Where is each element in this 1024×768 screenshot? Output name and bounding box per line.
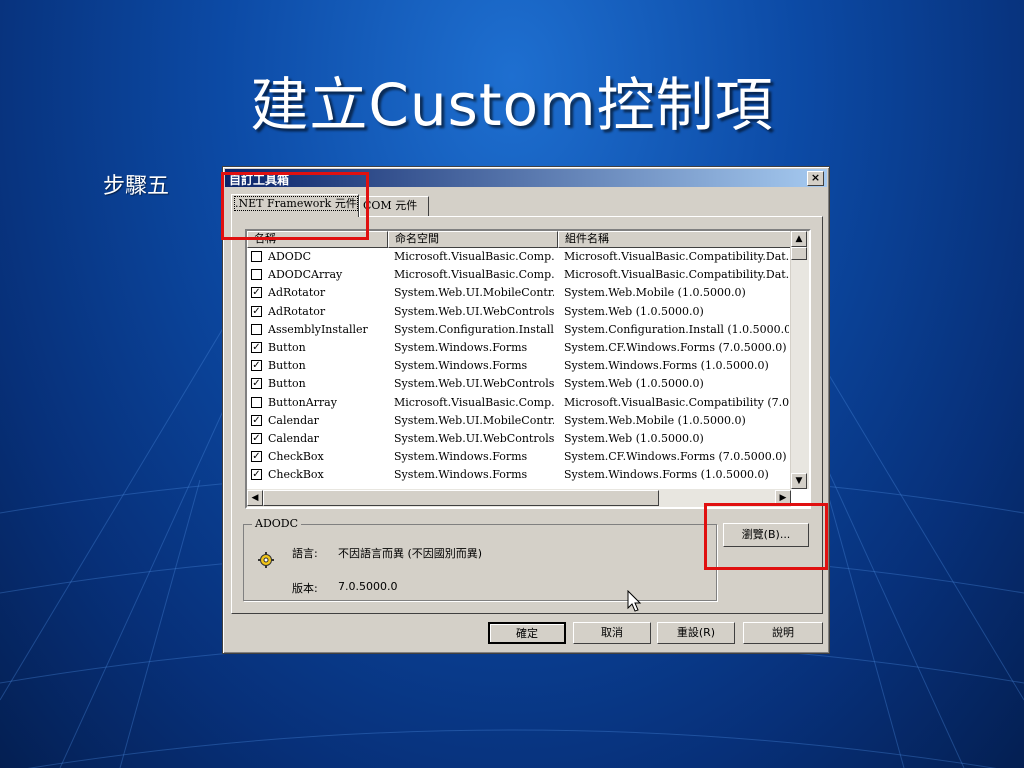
cell-name: Button bbox=[268, 359, 306, 373]
cell-asm: System.CF.Windows.Forms (7.0.5000.0) bbox=[564, 340, 787, 354]
cell-ns: System.Windows.Forms bbox=[394, 359, 528, 373]
component-info-group: ADODC 語言: 不因語言而異 (不因國別而異) 版本: 7.0.5000.0 bbox=[243, 517, 717, 601]
list-item[interactable]: ✓ Button System.Windows.Forms System.Window… bbox=[247, 357, 791, 375]
reset-button[interactable]: 重設(R) bbox=[657, 622, 735, 644]
gear-icon bbox=[258, 552, 274, 568]
list-rows: ADODC Microsoft.VisualBasic.Comp... Micros… bbox=[247, 248, 791, 484]
version-label: 版本: bbox=[292, 582, 318, 595]
scroll-thumb[interactable] bbox=[791, 247, 807, 260]
cell-asm: System.Web.Mobile (1.0.5000.0) bbox=[564, 286, 746, 300]
scroll-up-icon[interactable]: ▲ bbox=[791, 231, 807, 247]
vertical-scrollbar[interactable]: ▲ ▼ bbox=[790, 231, 809, 489]
cell-asm: Microsoft.VisualBasic.Compatibility (7.0… bbox=[564, 395, 789, 409]
cell-asm: System.Web (1.0.5000.0) bbox=[564, 304, 704, 318]
column-header-assembly[interactable]: 組件名稱 bbox=[558, 231, 791, 248]
scroll-left-icon[interactable]: ◀ bbox=[247, 490, 263, 506]
cell-name: CheckBox bbox=[268, 450, 324, 464]
cell-ns: System.Windows.Forms bbox=[394, 450, 528, 464]
language-value: 不因語言而異 (不因國別而異) bbox=[338, 547, 483, 560]
list-item[interactable]: ButtonArray Microsoft.VisualBasic.Comp...… bbox=[247, 394, 791, 412]
list-item[interactable]: ✓ Calendar System.Web.UI.MobileContr... Sys… bbox=[247, 412, 791, 430]
cell-asm: System.Web (1.0.5000.0) bbox=[564, 431, 704, 445]
item-checkbox[interactable]: ✓ bbox=[251, 287, 262, 299]
language-label: 語言: bbox=[292, 547, 318, 560]
tab-dotnet-framework[interactable]: .NET Framework 元件 bbox=[231, 194, 359, 217]
cell-name: Button bbox=[268, 377, 306, 391]
cell-asm: Microsoft.VisualBasic.Compatibility.Dat.… bbox=[564, 268, 789, 282]
list-item[interactable]: AssemblyInstaller System.Configuration.In… bbox=[247, 321, 791, 339]
tab-label: COM 元件 bbox=[363, 199, 418, 212]
cell-name: AdRotator bbox=[268, 286, 326, 300]
list-item[interactable]: ADODC Microsoft.VisualBasic.Comp... Micros… bbox=[247, 248, 791, 266]
cell-ns: System.Web.UI.WebControls bbox=[394, 304, 554, 318]
cell-ns: System.Web.UI.MobileContr... bbox=[394, 413, 554, 427]
column-header-namespace[interactable]: 命名空間 bbox=[388, 231, 558, 248]
item-checkbox[interactable] bbox=[251, 269, 262, 281]
cell-ns: System.Web.UI.WebControls bbox=[394, 431, 554, 445]
item-checkbox[interactable]: ✓ bbox=[251, 414, 262, 426]
cell-asm: System.CF.Windows.Forms (7.0.5000.0) bbox=[564, 450, 787, 464]
item-checkbox[interactable] bbox=[251, 251, 262, 262]
cell-ns: System.Configuration.Install bbox=[394, 322, 554, 336]
item-checkbox[interactable]: ✓ bbox=[251, 341, 262, 353]
cell-name: CheckBox bbox=[268, 468, 324, 482]
item-checkbox[interactable] bbox=[251, 396, 262, 408]
cell-name: AdRotator bbox=[268, 304, 326, 318]
cell-name: AssemblyInstaller bbox=[268, 322, 368, 336]
item-checkbox[interactable]: ✓ bbox=[251, 432, 262, 444]
tab-label: .NET Framework 元件 bbox=[234, 196, 358, 211]
group-title: ADODC bbox=[252, 517, 302, 530]
list-item[interactable]: ✓ Button System.Web.UI.WebControls System.W… bbox=[247, 375, 791, 393]
tab-com[interactable]: COM 元件 bbox=[359, 196, 429, 216]
close-button[interactable]: × bbox=[807, 171, 824, 186]
help-button[interactable]: 說明 bbox=[743, 622, 823, 644]
cell-ns: Microsoft.VisualBasic.Comp... bbox=[394, 250, 554, 263]
list-item[interactable]: ✓ CheckBox System.Windows.Forms System.Wind… bbox=[247, 466, 791, 484]
cell-name: ButtonArray bbox=[268, 395, 337, 409]
step-label: 步驟五 bbox=[103, 174, 170, 199]
item-checkbox[interactable] bbox=[251, 323, 262, 335]
item-checkbox[interactable]: ✓ bbox=[251, 451, 262, 463]
list-item[interactable]: ✓ Calendar System.Web.UI.WebControls System… bbox=[247, 430, 791, 448]
list-item[interactable]: ✓ Button System.Windows.Forms System.CF.Win… bbox=[247, 339, 791, 357]
list-item[interactable]: ✓ AdRotator System.Web.UI.WebControls Syste… bbox=[247, 303, 791, 321]
cell-name: ADODC bbox=[268, 250, 312, 263]
cell-asm: System.Configuration.Install (1.0.5000.0… bbox=[564, 322, 789, 336]
item-checkbox[interactable]: ✓ bbox=[251, 469, 262, 481]
version-value: 7.0.5000.0 bbox=[338, 580, 398, 593]
cell-name: Calendar bbox=[268, 431, 319, 445]
cell-ns: System.Web.UI.WebControls bbox=[394, 377, 554, 391]
cell-name: ADODCArray bbox=[268, 268, 343, 282]
cell-name: Calendar bbox=[268, 413, 319, 427]
cell-asm: Microsoft.VisualBasic.Compatibility.Dat.… bbox=[564, 250, 789, 263]
cell-ns: System.Windows.Forms bbox=[394, 340, 528, 354]
component-list[interactable]: 名稱 命名空間 組件名稱 ADODC Microsoft.VisualBasic.… bbox=[245, 229, 811, 509]
cancel-button[interactable]: 取消 bbox=[573, 622, 651, 644]
highlight-box-browse bbox=[704, 503, 828, 570]
list-item[interactable]: ADODCArray Microsoft.VisualBasic.Comp... M… bbox=[247, 266, 791, 284]
scroll-down-icon[interactable]: ▼ bbox=[791, 473, 807, 489]
hscroll-thumb[interactable] bbox=[263, 490, 659, 506]
cell-ns: Microsoft.VisualBasic.Comp... bbox=[394, 395, 554, 409]
ok-button[interactable]: 確定 bbox=[488, 622, 566, 644]
item-checkbox[interactable]: ✓ bbox=[251, 378, 262, 390]
cell-asm: System.Windows.Forms (1.0.5000.0) bbox=[564, 468, 769, 482]
cell-ns: System.Web.UI.MobileContr... bbox=[394, 286, 554, 300]
item-checkbox[interactable]: ✓ bbox=[251, 360, 262, 372]
cell-asm: System.Web (1.0.5000.0) bbox=[564, 377, 704, 391]
cell-name: Button bbox=[268, 340, 306, 354]
mouse-cursor-icon bbox=[627, 590, 642, 612]
cell-asm: System.Web.Mobile (1.0.5000.0) bbox=[564, 413, 746, 427]
cell-asm: System.Windows.Forms (1.0.5000.0) bbox=[564, 359, 769, 373]
slide-title: 建立Custom控制項 bbox=[250, 71, 774, 139]
cell-ns: Microsoft.VisualBasic.Comp... bbox=[394, 268, 554, 282]
item-checkbox[interactable]: ✓ bbox=[251, 305, 262, 317]
list-item[interactable]: ✓ AdRotator System.Web.UI.MobileContr... Sy… bbox=[247, 284, 791, 302]
cell-ns: System.Windows.Forms bbox=[394, 468, 528, 482]
list-item[interactable]: ✓ CheckBox System.Windows.Forms System.CF.W… bbox=[247, 448, 791, 466]
